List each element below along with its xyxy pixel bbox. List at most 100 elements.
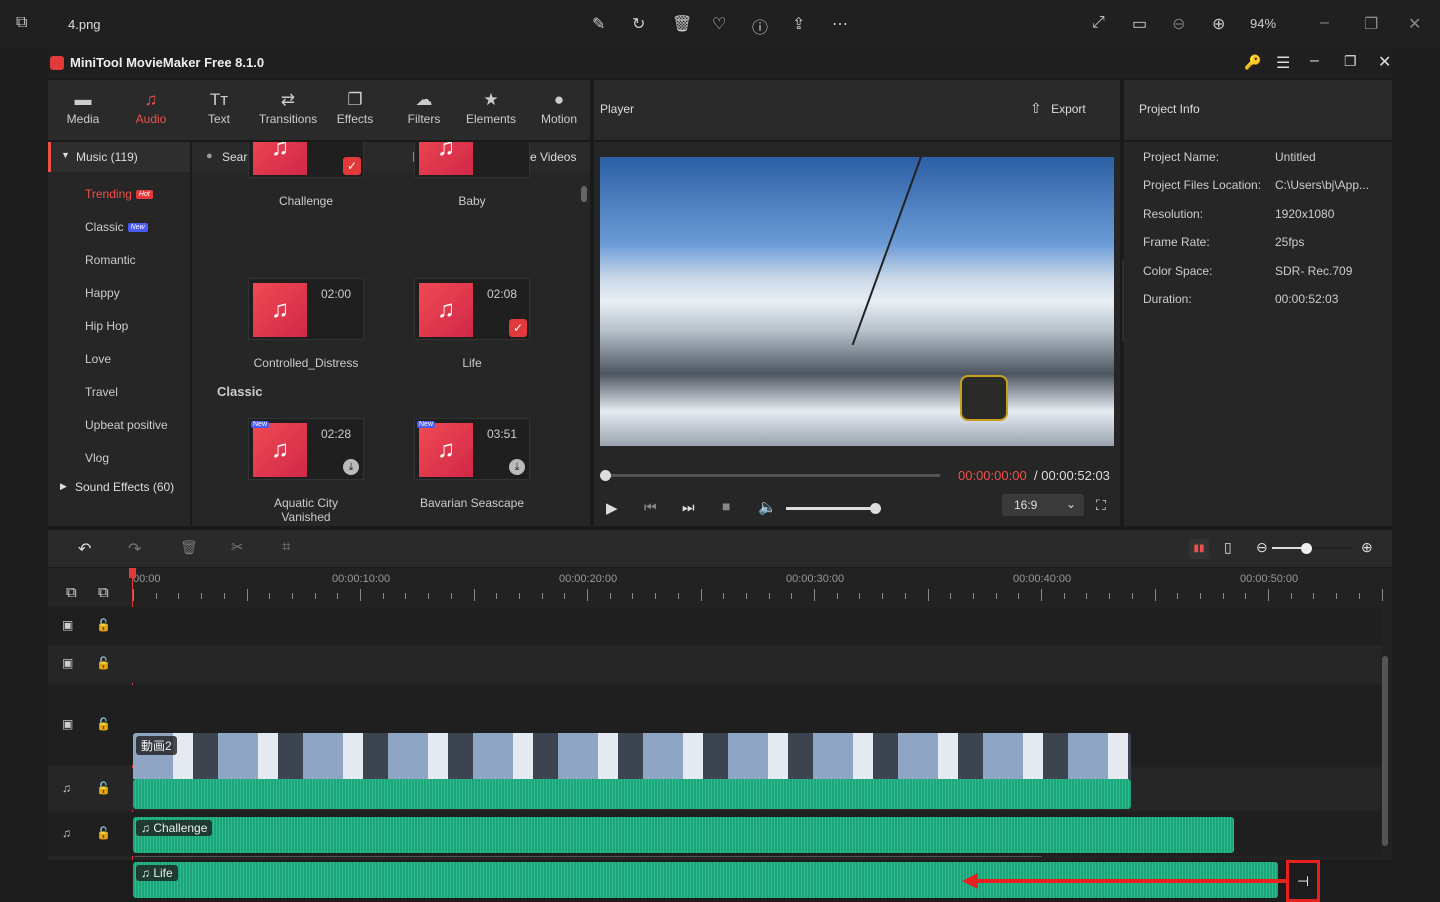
lock-icon[interactable]: 🔓 — [96, 781, 111, 795]
clip-end-trim-handle[interactable]: ⊣ — [1286, 860, 1320, 902]
category-label: Vlog — [85, 451, 110, 465]
audio-card[interactable]: ♫ ✓ — [248, 142, 364, 178]
volume-handle[interactable] — [870, 503, 881, 514]
fullscreen-icon[interactable]: ⤢ — [1092, 14, 1105, 32]
maximize-icon[interactable]: ❐ — [1344, 53, 1357, 70]
category-happy[interactable]: Happy — [85, 286, 120, 300]
audio-card[interactable]: ♫ 02:28 New ⤓ — [248, 418, 364, 480]
audio-card[interactable]: ♫ 03:51 New ⤓ — [414, 418, 530, 480]
ruler-tick — [1268, 589, 1269, 601]
audio-clip[interactable]: ♫ Challenge — [133, 817, 1234, 853]
edit-icon[interactable]: ✎ — [592, 14, 605, 34]
key-icon[interactable]: 🔑 — [1244, 54, 1261, 71]
timeline-zoom-slider[interactable] — [1272, 547, 1352, 549]
lock-icon[interactable]: 🔓 — [96, 618, 111, 632]
total-time: / 00:00:52:03 — [1034, 468, 1110, 483]
play-icon[interactable]: ▶ — [606, 499, 618, 517]
stop-icon[interactable]: ■ — [722, 498, 730, 514]
delete-icon[interactable]: 🗑 — [180, 539, 198, 556]
split-icon[interactable]: ✂ — [231, 538, 244, 556]
next-frame-icon[interactable]: ⏭ — [682, 499, 695, 516]
timeline-vertical-scrollbar[interactable] — [1382, 656, 1388, 846]
tab-elements[interactable]: ★ Elements — [456, 90, 526, 126]
actual-size-icon[interactable]: ▭ — [1132, 14, 1147, 34]
added-check-icon[interactable]: ✓ — [509, 319, 527, 337]
category-classic[interactable]: Classic New — [85, 220, 148, 234]
playhead-handle[interactable] — [129, 568, 136, 578]
tab-text[interactable]: Tт Text — [184, 90, 254, 126]
aspect-ratio-select[interactable]: 16:9 ⌄ — [1002, 494, 1084, 516]
tab-effects[interactable]: ❐ Effects — [320, 90, 390, 126]
clip-label: ♫ Challenge — [136, 820, 213, 836]
music-group[interactable]: ▼ Music (119) — [48, 142, 190, 172]
gallery-icon[interactable]: ⧉ — [16, 14, 27, 32]
category-label: Happy — [85, 286, 120, 300]
sound-effects-group[interactable]: ▶ Sound Effects (60) — [48, 478, 190, 498]
category-trending[interactable]: Trending Hot — [85, 187, 153, 201]
category-vlog[interactable]: Vlog — [85, 451, 109, 465]
export-button[interactable]: ⇧ Export — [1030, 100, 1086, 117]
tab-motion[interactable]: ● Motion — [524, 90, 594, 126]
tab-audio[interactable]: ♫ Audio — [116, 90, 186, 126]
category-love[interactable]: Love — [85, 352, 111, 366]
added-check-icon[interactable]: ✓ — [343, 157, 361, 175]
zoom-in-icon[interactable]: ⊕ — [1361, 539, 1373, 556]
more-icon[interactable]: ⋯ — [832, 14, 848, 34]
zoom-in-icon[interactable]: ⊕ — [1212, 14, 1225, 34]
lock-icon[interactable]: 🔓 — [96, 656, 111, 670]
redo-icon[interactable]: ↷ — [128, 539, 141, 559]
category-hip-hop[interactable]: Hip Hop — [85, 319, 128, 333]
download-icon[interactable]: ⤓ — [343, 459, 359, 475]
zoom-out-icon[interactable]: ⊖ — [1172, 14, 1185, 34]
category-travel[interactable]: Travel — [85, 385, 118, 399]
track-row — [48, 645, 1382, 683]
undo-icon[interactable]: ↶ — [78, 539, 91, 559]
timeline-zoom-handle[interactable] — [1301, 543, 1312, 554]
add-track-icon[interactable]: ⧉ — [66, 584, 77, 601]
lock-icon[interactable]: 🔓 — [96, 717, 111, 731]
info-value: Untitled — [1275, 150, 1316, 164]
ruler-tick — [859, 593, 861, 599]
crop-icon[interactable]: ⌗ — [282, 538, 290, 555]
menu-icon[interactable]: ☰ — [1276, 53, 1290, 73]
rotate-icon[interactable]: ↻ — [632, 14, 645, 34]
info-label: Resolution: — [1143, 206, 1204, 221]
timeline-toolbar: ↶ ↷ 🗑 ✂ ⌗ ▮▮ ▯ ⊖ ⊕ — [48, 530, 1392, 567]
volume-slider[interactable] — [786, 507, 878, 510]
fullscreen-icon[interactable]: ⛶ — [1096, 497, 1106, 514]
tab-transitions[interactable]: ⇄ Transitions — [253, 90, 323, 126]
progress-handle[interactable] — [600, 470, 611, 481]
download-icon[interactable]: ⤓ — [509, 459, 525, 475]
close-icon[interactable]: ✕ — [1378, 52, 1391, 72]
progress-slider[interactable] — [604, 474, 940, 477]
tab-filters[interactable]: ☁ Filters — [389, 90, 459, 126]
favorite-icon[interactable]: ♡ — [712, 14, 726, 34]
previous-frame-icon[interactable]: ⏮ — [644, 499, 657, 516]
library-scrollbar[interactable] — [581, 186, 587, 202]
share-icon[interactable]: ⇪ — [792, 14, 805, 34]
remove-track-icon[interactable]: ⧉ — [98, 584, 109, 601]
tab-label: Filters — [407, 112, 441, 126]
category-upbeat-positive[interactable]: Upbeat positive — [85, 418, 168, 432]
audio-card[interactable]: ♫ — [414, 142, 530, 178]
minimize-icon[interactable]: – — [1310, 52, 1319, 70]
audio-card[interactable]: ♫ 02:00 — [248, 278, 364, 340]
minimize-icon[interactable]: – — [1320, 14, 1329, 32]
close-icon[interactable]: ✕ — [1408, 14, 1421, 34]
lock-icon[interactable]: 🔓 — [96, 826, 111, 840]
info-icon[interactable]: ⓘ — [752, 14, 768, 38]
sound-effects-label: Sound Effects (60) — [75, 480, 175, 494]
maximize-icon[interactable]: ❐ — [1364, 14, 1378, 34]
category-romantic[interactable]: Romantic — [85, 253, 136, 267]
zoom-out-icon[interactable]: ⊖ — [1256, 539, 1268, 556]
fit-timeline-icon[interactable]: ▯ — [1224, 539, 1232, 556]
snap-icon[interactable]: ▮▮ — [1189, 539, 1209, 559]
volume-icon[interactable]: 🔈 — [758, 498, 777, 516]
tab-media[interactable]: ▬ Media — [48, 90, 118, 126]
audio-card[interactable]: ♫ 02:08 ✓ — [414, 278, 530, 340]
ruler-tick — [587, 589, 588, 601]
ruler-tick — [814, 589, 815, 601]
video-clip[interactable]: 動画2 — [133, 733, 1131, 809]
delete-icon[interactable]: 🗑 — [672, 14, 692, 34]
timeline: ⧉ ⧉ 00:00 00:00:10:00 00:00:20:00 00:00:30:… — [48, 568, 1392, 902]
